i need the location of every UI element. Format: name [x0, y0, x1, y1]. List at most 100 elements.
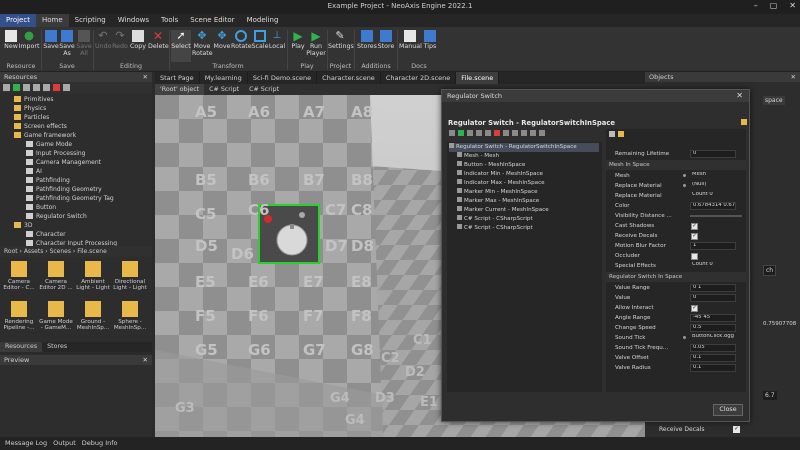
tab-csharp-script[interactable]: C# Script: [244, 84, 284, 95]
stores-button[interactable]: Stores: [357, 30, 377, 62]
tree-item[interactable]: Indicator Max - MeshInSpace: [457, 179, 545, 188]
rename-icon[interactable]: [530, 130, 536, 136]
settings-icon[interactable]: [741, 119, 747, 125]
reference-icon[interactable]: [683, 174, 686, 177]
asset-item[interactable]: Game Mode - GameM...: [38, 301, 74, 332]
expand-icon[interactable]: [539, 130, 545, 136]
paste-icon[interactable]: [43, 84, 50, 91]
tab-tools[interactable]: Tools: [155, 14, 184, 27]
close-icon[interactable]: ✕: [736, 91, 743, 100]
close-icon[interactable]: ✕: [143, 73, 148, 81]
cut-icon[interactable]: [467, 130, 473, 136]
allow-interact-checkbox[interactable]: ✓: [691, 304, 698, 312]
tree-item[interactable]: Particles: [14, 114, 49, 123]
close-icon[interactable]: ✕: [791, 73, 796, 81]
tree-item[interactable]: Physics: [14, 105, 46, 114]
copy-button[interactable]: Copy: [130, 30, 146, 62]
minimize-icon[interactable]: –: [754, 1, 758, 10]
tab-file-scene[interactable]: File.scene: [456, 72, 500, 84]
undo-button[interactable]: ↶ Undo: [95, 30, 111, 62]
tree-item[interactable]: Primitives: [14, 96, 54, 105]
breadcrumb-scenes[interactable]: Scenes: [50, 248, 71, 255]
tree-item[interactable]: Indicator Min - MeshInSpace: [457, 170, 543, 179]
copy-icon[interactable]: [33, 84, 40, 91]
tab-csharp-script[interactable]: C# Script: [204, 84, 244, 95]
tab-modeling[interactable]: Modeling: [241, 14, 285, 27]
add-icon[interactable]: [13, 84, 20, 91]
tab-windows[interactable]: Windows: [112, 14, 155, 27]
tab-my-learning[interactable]: My.learning: [200, 72, 248, 84]
tree-item[interactable]: Button: [26, 204, 56, 213]
paste-icon[interactable]: [485, 130, 491, 136]
tab-start-page[interactable]: Start Page: [155, 72, 200, 84]
events-icon[interactable]: [618, 131, 624, 137]
search-icon[interactable]: [449, 130, 455, 136]
delete-icon[interactable]: [494, 130, 500, 136]
asset-item[interactable]: Ambient Light - Light: [75, 261, 111, 292]
save-button[interactable]: Save: [43, 30, 59, 62]
occluder-checkbox[interactable]: [691, 252, 698, 260]
tree-item[interactable]: Button - MeshInSpace: [457, 161, 525, 170]
scale-button[interactable]: Scale: [251, 30, 269, 62]
asset-item[interactable]: Camera Editor - C...: [1, 261, 37, 292]
close-icon[interactable]: ✕: [789, 1, 796, 10]
tree-item[interactable]: Marker Min - MeshInSpace: [457, 188, 538, 197]
asset-item[interactable]: Ground - MeshInSp...: [75, 301, 111, 332]
tree-item[interactable]: Pathfinding: [26, 177, 70, 186]
select-button[interactable]: ➚ Select: [171, 30, 191, 62]
delete-button[interactable]: ✕ Delete: [148, 30, 169, 62]
close-button[interactable]: Close: [713, 404, 743, 416]
run-player-button[interactable]: ▶ Run Player: [306, 30, 326, 62]
visibility-slider[interactable]: [690, 215, 742, 217]
copy-icon[interactable]: [476, 130, 482, 136]
redo-button[interactable]: ↷ Redo: [112, 30, 128, 62]
asset-item[interactable]: Rendering Pipeline -...: [1, 301, 37, 332]
clone-icon[interactable]: [503, 130, 509, 136]
tab-character-2d[interactable]: Character 2D.scene: [381, 72, 457, 84]
tab-debug-info[interactable]: Debug Info: [82, 439, 118, 448]
delete-icon[interactable]: [53, 84, 60, 91]
tab-project[interactable]: Project: [0, 14, 36, 27]
cut-icon[interactable]: [23, 84, 30, 91]
tab-output[interactable]: Output: [53, 439, 76, 448]
add-icon[interactable]: [458, 130, 464, 136]
tab-root-object[interactable]: 'Root' object: [155, 84, 205, 95]
close-icon[interactable]: ✕: [143, 356, 148, 364]
move-up-icon[interactable]: [512, 130, 518, 136]
tree-item[interactable]: Marker Max - MeshInSpace: [457, 197, 539, 206]
receive-decals-checkbox[interactable]: ✓: [691, 232, 698, 240]
tree-item[interactable]: C# Script - CSharpScript: [457, 215, 533, 224]
objects-value[interactable]: 6.7: [763, 391, 777, 400]
receive-decals-checkbox[interactable]: ✓: [733, 426, 740, 433]
breadcrumb-root[interactable]: Root: [4, 248, 18, 255]
tab-character[interactable]: Character.scene: [317, 72, 381, 84]
tree-item[interactable]: Pathfinding Geometry: [26, 186, 102, 195]
tree-item[interactable]: Mesh - Mesh: [457, 152, 499, 161]
move-rotate-button[interactable]: ✥ Move Rotate: [192, 30, 213, 62]
store-button[interactable]: Store: [377, 30, 395, 62]
save-as-button[interactable]: Save As: [59, 30, 75, 62]
tab-message-log[interactable]: Message Log: [5, 439, 47, 448]
maximize-icon[interactable]: ▢: [770, 1, 778, 10]
search-icon[interactable]: [3, 84, 10, 91]
move-button[interactable]: ✥ Move: [213, 30, 231, 62]
objects-field[interactable]: ch: [763, 265, 777, 276]
tree-item[interactable]: C# Script - CSharpScript: [457, 224, 533, 233]
save-all-button[interactable]: Save All: [76, 30, 92, 62]
tree-item[interactable]: Input Processing: [26, 150, 85, 159]
cast-shadows-checkbox[interactable]: ✓: [691, 222, 698, 230]
reference-icon[interactable]: [683, 336, 686, 339]
tab-resources[interactable]: Resources: [0, 342, 43, 352]
tree-item[interactable]: Pathfinding Geometry Tag: [26, 195, 114, 204]
rotate-button[interactable]: Rotate: [231, 30, 252, 62]
move-down-icon[interactable]: [521, 130, 527, 136]
tab-scifi-demo[interactable]: Sci-fi Demo.scene: [248, 72, 318, 84]
tree-item[interactable]: AI: [26, 168, 42, 177]
tab-scene-editor[interactable]: Scene Editor: [184, 14, 240, 27]
tab-stores[interactable]: Stores: [42, 342, 72, 352]
breadcrumb-file[interactable]: File.scene: [77, 248, 107, 255]
tab-home[interactable]: Home: [35, 14, 69, 27]
asset-item[interactable]: Directional Light - Light: [112, 261, 148, 292]
rename-icon[interactable]: [63, 84, 70, 91]
tab-scripting[interactable]: Scripting: [69, 14, 112, 27]
